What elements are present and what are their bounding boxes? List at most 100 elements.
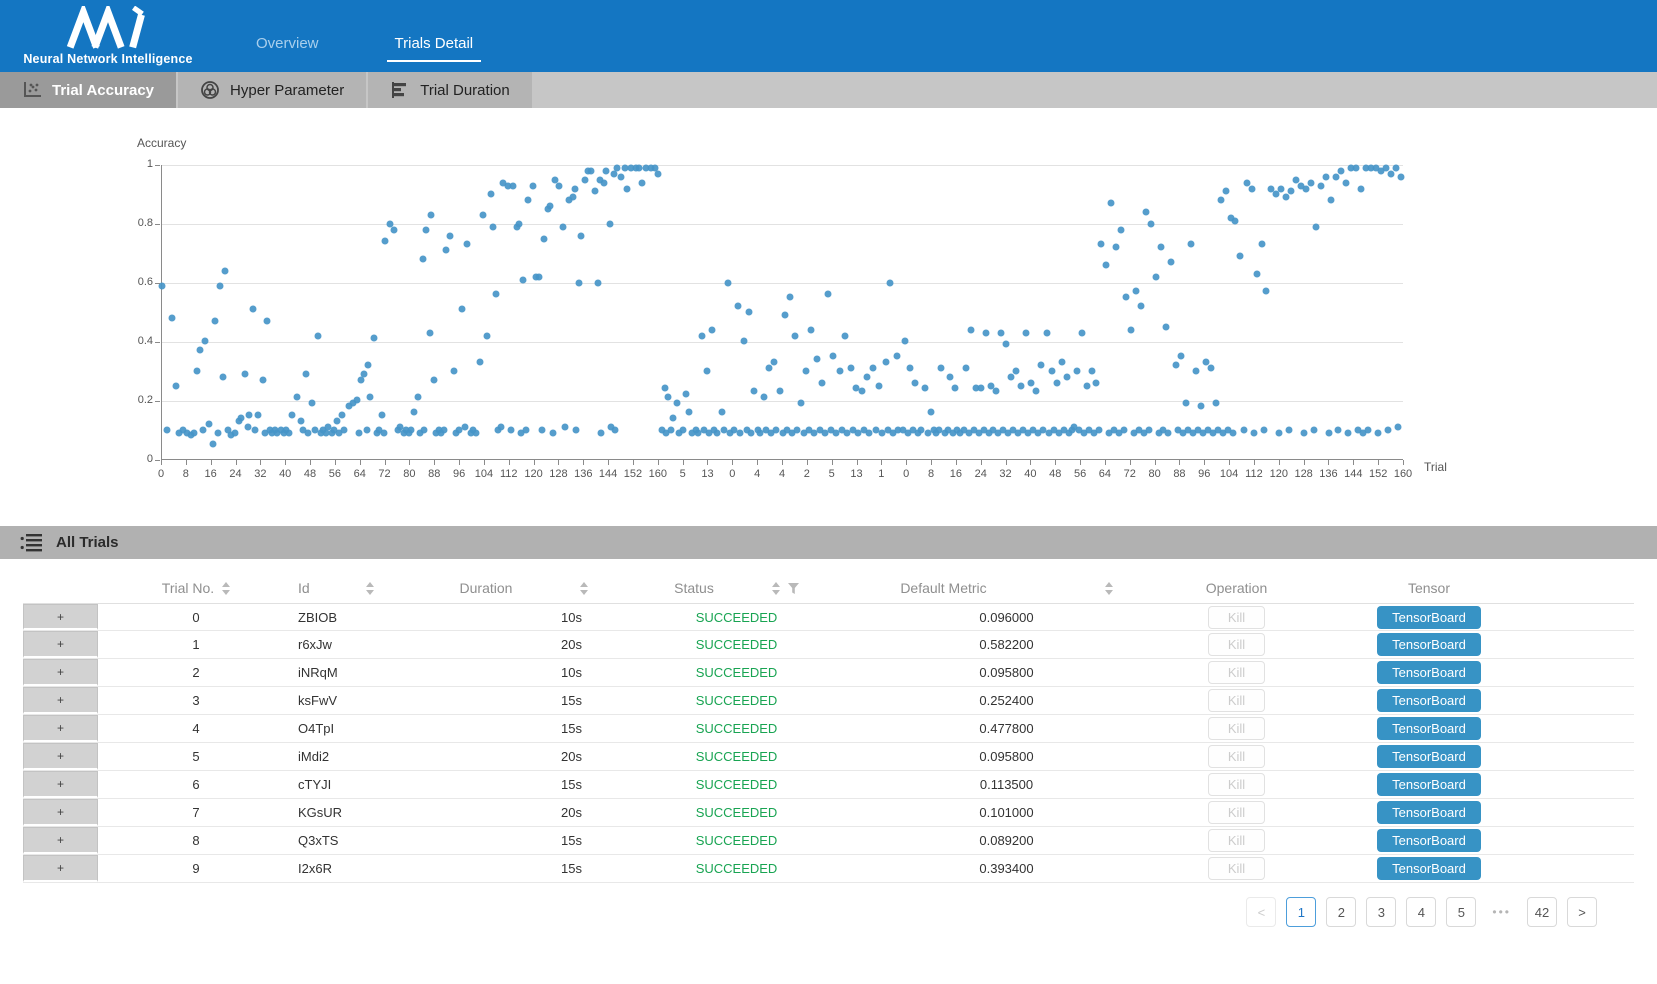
kill-button[interactable]: Kill bbox=[1208, 773, 1265, 796]
next-page-button[interactable]: > bbox=[1567, 897, 1597, 927]
nav-link-trials-detail[interactable]: Trials Detail bbox=[387, 35, 482, 62]
scatter-point bbox=[1328, 197, 1335, 204]
tensorboard-button[interactable]: TensorBoard bbox=[1377, 801, 1481, 824]
expand-row-button[interactable]: + bbox=[23, 659, 98, 686]
kill-button[interactable]: Kill bbox=[1208, 606, 1265, 629]
expand-row-button[interactable]: + bbox=[23, 827, 98, 854]
scatter-point bbox=[507, 426, 514, 433]
scatter-point bbox=[968, 326, 975, 333]
scatter-point bbox=[219, 373, 226, 380]
tab-trial-duration[interactable]: Trial Duration bbox=[368, 72, 531, 108]
page-button-5[interactable]: 5 bbox=[1446, 897, 1476, 927]
scatter-point bbox=[371, 335, 378, 342]
header-trial-no[interactable]: Trial No. bbox=[98, 580, 294, 596]
scatter-point bbox=[569, 194, 576, 201]
sort-icon[interactable] bbox=[366, 582, 374, 595]
chart-x-axis-title: Trial bbox=[1424, 460, 1447, 474]
x-tick-label: 144 bbox=[599, 468, 617, 480]
x-tick-mark bbox=[707, 460, 708, 465]
scatter-point bbox=[922, 385, 929, 392]
scatter-point bbox=[893, 353, 900, 360]
tensorboard-button[interactable]: TensorBoard bbox=[1377, 689, 1481, 712]
page-button-1[interactable]: 1 bbox=[1286, 897, 1316, 927]
view-tabbar: Trial Accuracy Hyper Parameter Trial Dur… bbox=[0, 72, 1657, 108]
scatter-point bbox=[798, 400, 805, 407]
header-status[interactable]: Status bbox=[614, 580, 859, 596]
prev-page-button[interactable]: < bbox=[1246, 897, 1276, 927]
scatter-point bbox=[289, 411, 296, 418]
expand-row-button[interactable]: + bbox=[23, 604, 98, 630]
scatter-point bbox=[206, 420, 213, 427]
scatter-point bbox=[582, 176, 589, 183]
scatter-point bbox=[686, 408, 693, 415]
cell-id: ksFwV bbox=[294, 693, 434, 708]
brand-subtitle: Neural Network Intelligence bbox=[23, 52, 192, 66]
cell-duration: 15s bbox=[434, 833, 614, 848]
page-button-2[interactable]: 2 bbox=[1326, 897, 1356, 927]
scatter-point bbox=[1288, 188, 1295, 195]
scatter-point bbox=[252, 426, 259, 433]
cell-id: iNRqM bbox=[294, 665, 434, 680]
scatter-point bbox=[670, 414, 677, 421]
table-row: +3ksFwV15sSUCCEEDED0.252400KillTensorBoa… bbox=[23, 687, 1634, 715]
expand-row-button[interactable]: + bbox=[23, 771, 98, 798]
scatter-point bbox=[1313, 223, 1320, 230]
page-button-42[interactable]: 42 bbox=[1527, 897, 1557, 927]
tensorboard-button[interactable]: TensorBoard bbox=[1377, 661, 1481, 684]
kill-button[interactable]: Kill bbox=[1208, 801, 1265, 824]
kill-button[interactable]: Kill bbox=[1208, 829, 1265, 852]
tensorboard-button[interactable]: TensorBoard bbox=[1377, 717, 1481, 740]
page-button-4[interactable]: 4 bbox=[1406, 897, 1436, 927]
kill-button[interactable]: Kill bbox=[1208, 689, 1265, 712]
scatter-point bbox=[1108, 200, 1115, 207]
cell-trial-no: 6 bbox=[98, 777, 294, 792]
expand-row-button[interactable]: + bbox=[23, 855, 98, 882]
x-tick-mark bbox=[782, 460, 783, 465]
nav-link-overview[interactable]: Overview bbox=[248, 35, 327, 62]
tensorboard-button[interactable]: TensorBoard bbox=[1377, 745, 1481, 768]
x-tick-label: 136 bbox=[574, 468, 592, 480]
kill-button[interactable]: Kill bbox=[1208, 717, 1265, 740]
expand-row-button[interactable]: + bbox=[23, 687, 98, 714]
tab-hyper-parameter[interactable]: Hyper Parameter bbox=[178, 72, 366, 108]
header-id[interactable]: Id bbox=[294, 580, 434, 596]
scatter-point bbox=[713, 429, 720, 436]
expand-row-button[interactable]: + bbox=[23, 631, 98, 658]
scatter-point bbox=[1165, 429, 1172, 436]
scatter-point bbox=[249, 306, 256, 313]
cell-duration: 15s bbox=[434, 861, 614, 876]
scatter-point bbox=[353, 397, 360, 404]
kill-button[interactable]: Kill bbox=[1208, 745, 1265, 768]
x-tick-label: 56 bbox=[329, 468, 341, 480]
kill-button[interactable]: Kill bbox=[1208, 661, 1265, 684]
scatter-point bbox=[1365, 426, 1372, 433]
tab-label: Trial Duration bbox=[420, 82, 509, 99]
sort-icon[interactable] bbox=[222, 582, 230, 595]
header-default-metric[interactable]: Default Metric bbox=[859, 580, 1154, 596]
tensorboard-button[interactable]: TensorBoard bbox=[1377, 633, 1481, 656]
tab-trial-accuracy[interactable]: Trial Accuracy bbox=[0, 72, 176, 108]
page-button-3[interactable]: 3 bbox=[1366, 897, 1396, 927]
header-duration[interactable]: Duration bbox=[434, 580, 614, 596]
filter-icon[interactable] bbox=[788, 583, 799, 594]
expand-row-button[interactable]: + bbox=[23, 743, 98, 770]
tensorboard-button[interactable]: TensorBoard bbox=[1377, 606, 1481, 629]
kill-button[interactable]: Kill bbox=[1208, 633, 1265, 656]
kill-button[interactable]: Kill bbox=[1208, 857, 1265, 880]
sort-icon[interactable] bbox=[1105, 582, 1113, 595]
tensorboard-button[interactable]: TensorBoard bbox=[1377, 857, 1481, 880]
page-ellipsis[interactable]: ••• bbox=[1486, 897, 1517, 927]
x-tick-mark bbox=[161, 460, 162, 465]
expand-row-button[interactable]: + bbox=[23, 799, 98, 826]
expand-row-button[interactable]: + bbox=[23, 715, 98, 742]
x-tick-label: 2 bbox=[804, 468, 810, 480]
tensorboard-button[interactable]: TensorBoard bbox=[1377, 829, 1481, 852]
sort-icon[interactable] bbox=[772, 582, 780, 595]
tensorboard-button[interactable]: TensorBoard bbox=[1377, 773, 1481, 796]
x-tick-label: 32 bbox=[254, 468, 266, 480]
scatter-point bbox=[222, 267, 229, 274]
sort-icon[interactable] bbox=[580, 582, 588, 595]
scatter-point bbox=[912, 379, 919, 386]
cell-status: SUCCEEDED bbox=[614, 637, 859, 652]
scatter-point bbox=[1300, 429, 1307, 436]
